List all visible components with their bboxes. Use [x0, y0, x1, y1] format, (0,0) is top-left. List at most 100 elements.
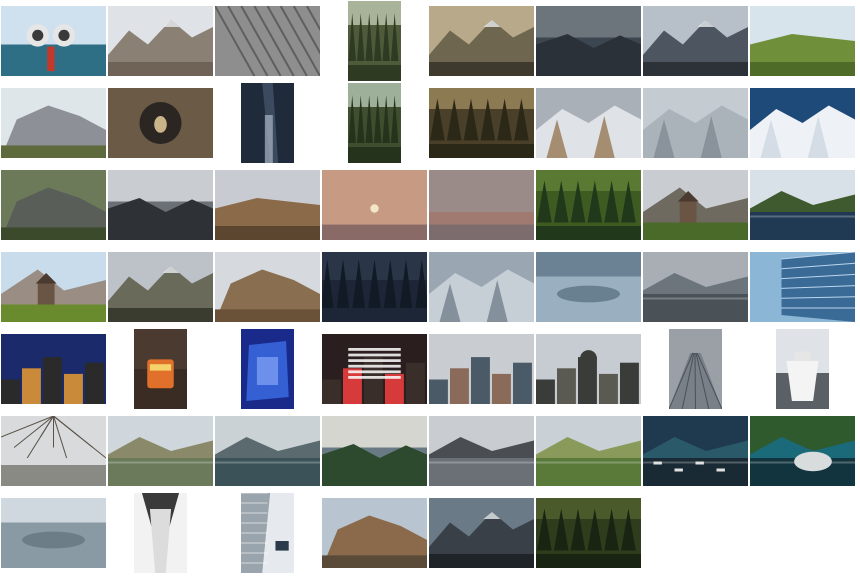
photo-thumbnail[interactable] [643, 6, 748, 76]
photo-thumbnail[interactable] [536, 416, 641, 486]
photo-thumbnail[interactable] [134, 493, 187, 573]
photo-thumbnail[interactable] [241, 83, 294, 163]
thumbnail-link[interactable] [215, 251, 320, 323]
thumbnail-link[interactable] [322, 169, 427, 241]
photo-thumbnail[interactable] [108, 252, 213, 322]
thumbnail-link[interactable] [643, 87, 748, 159]
photo-thumbnail[interactable] [134, 329, 187, 409]
thumbnail-link[interactable] [536, 251, 641, 323]
photo-thumbnail[interactable] [536, 6, 641, 76]
photo-thumbnail[interactable] [643, 170, 748, 240]
photo-thumbnail[interactable] [348, 83, 401, 163]
thumbnail-link[interactable] [429, 87, 534, 159]
photo-thumbnail[interactable] [429, 498, 534, 568]
thumbnail-link[interactable] [322, 333, 427, 405]
thumbnail-link[interactable] [643, 169, 748, 241]
photo-thumbnail[interactable] [215, 252, 320, 322]
photo-thumbnail[interactable] [750, 6, 855, 76]
thumbnail-link[interactable] [643, 415, 748, 487]
thumbnail-link[interactable] [536, 415, 641, 487]
photo-thumbnail[interactable] [750, 170, 855, 240]
photo-thumbnail[interactable] [429, 6, 534, 76]
photo-thumbnail[interactable] [750, 416, 855, 486]
photo-thumbnail[interactable] [1, 334, 106, 404]
photo-thumbnail[interactable] [776, 329, 829, 409]
photo-thumbnail[interactable] [108, 170, 213, 240]
thumbnail-link[interactable] [429, 415, 534, 487]
photo-thumbnail[interactable] [108, 88, 213, 158]
photo-thumbnail[interactable] [322, 170, 427, 240]
thumbnail-link[interactable] [108, 87, 213, 159]
thumbnail-link[interactable] [536, 169, 641, 241]
thumbnail-link[interactable] [750, 169, 855, 241]
thumbnail-link[interactable] [1, 169, 106, 241]
photo-thumbnail[interactable] [750, 88, 855, 158]
thumbnail-link[interactable] [643, 5, 748, 77]
thumbnail-link[interactable] [536, 333, 641, 405]
photo-thumbnail[interactable] [241, 493, 294, 573]
thumbnail-link[interactable] [643, 328, 748, 410]
photo-thumbnail[interactable] [322, 252, 427, 322]
thumbnail-link[interactable] [322, 0, 427, 82]
thumbnail-link[interactable] [108, 5, 213, 77]
thumbnail-link[interactable] [429, 497, 534, 569]
photo-thumbnail[interactable] [429, 170, 534, 240]
photo-thumbnail[interactable] [1, 88, 106, 158]
photo-thumbnail[interactable] [643, 88, 748, 158]
photo-thumbnail[interactable] [108, 416, 213, 486]
thumbnail-link[interactable] [1, 333, 106, 405]
photo-thumbnail[interactable] [429, 252, 534, 322]
photo-thumbnail[interactable] [1, 6, 106, 76]
thumbnail-link[interactable] [1, 497, 106, 569]
photo-thumbnail[interactable] [536, 498, 641, 568]
photo-thumbnail[interactable] [669, 329, 722, 409]
thumbnail-link[interactable] [429, 251, 534, 323]
photo-thumbnail[interactable] [1, 498, 106, 568]
photo-thumbnail[interactable] [1, 252, 106, 322]
photo-thumbnail[interactable] [750, 252, 855, 322]
photo-thumbnail[interactable] [108, 6, 213, 76]
thumbnail-link[interactable] [108, 492, 213, 574]
thumbnail-link[interactable] [108, 328, 213, 410]
thumbnail-link[interactable] [429, 5, 534, 77]
photo-thumbnail[interactable] [429, 334, 534, 404]
thumbnail-link[interactable] [1, 87, 106, 159]
thumbnail-link[interactable] [750, 87, 855, 159]
thumbnail-link[interactable] [322, 415, 427, 487]
photo-thumbnail[interactable] [643, 252, 748, 322]
photo-thumbnail[interactable] [643, 416, 748, 486]
photo-thumbnail[interactable] [322, 498, 427, 568]
thumbnail-link[interactable] [108, 251, 213, 323]
thumbnail-link[interactable] [322, 251, 427, 323]
thumbnail-link[interactable] [215, 328, 320, 410]
photo-thumbnail[interactable] [215, 6, 320, 76]
photo-thumbnail[interactable] [536, 170, 641, 240]
thumbnail-link[interactable] [215, 169, 320, 241]
photo-thumbnail[interactable] [215, 416, 320, 486]
thumbnail-link[interactable] [750, 251, 855, 323]
thumbnail-link[interactable] [1, 415, 106, 487]
thumbnail-link[interactable] [215, 415, 320, 487]
thumbnail-link[interactable] [322, 82, 427, 164]
photo-thumbnail[interactable] [348, 1, 401, 81]
thumbnail-link[interactable] [429, 169, 534, 241]
photo-thumbnail[interactable] [322, 416, 427, 486]
thumbnail-link[interactable] [215, 492, 320, 574]
photo-thumbnail[interactable] [215, 170, 320, 240]
thumbnail-link[interactable] [536, 497, 641, 569]
thumbnail-link[interactable] [1, 5, 106, 77]
thumbnail-link[interactable] [1, 251, 106, 323]
photo-thumbnail[interactable] [536, 252, 641, 322]
thumbnail-link[interactable] [108, 169, 213, 241]
thumbnail-link[interactable] [215, 82, 320, 164]
thumbnail-link[interactable] [429, 333, 534, 405]
photo-thumbnail[interactable] [241, 329, 294, 409]
photo-thumbnail[interactable] [536, 334, 641, 404]
photo-thumbnail[interactable] [429, 88, 534, 158]
photo-thumbnail[interactable] [429, 416, 534, 486]
thumbnail-link[interactable] [536, 5, 641, 77]
photo-thumbnail[interactable] [536, 88, 641, 158]
thumbnail-link[interactable] [750, 328, 855, 410]
thumbnail-link[interactable] [643, 251, 748, 323]
thumbnail-link[interactable] [215, 5, 320, 77]
